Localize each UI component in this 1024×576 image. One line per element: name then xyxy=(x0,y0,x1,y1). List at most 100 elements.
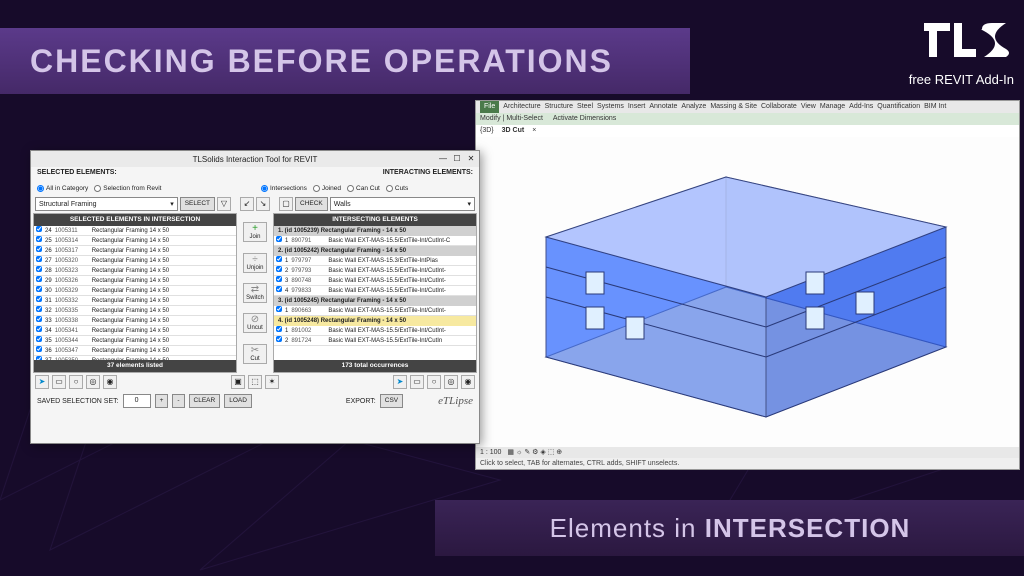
ribbon-tab[interactable]: Collaborate xyxy=(761,101,797,113)
ribbon-tab[interactable]: Manage xyxy=(820,101,845,113)
link-right-icon[interactable]: ↘ xyxy=(256,197,270,211)
saved-set-label: SAVED SELECTION SET: xyxy=(37,398,119,405)
group-header[interactable]: 1. (id 1005239) Rectangular Framing - 14… xyxy=(274,226,476,236)
group-header[interactable]: 4. (id 1005248) Rectangular Framing - 14… xyxy=(274,316,476,326)
radio-option[interactable]: Joined xyxy=(313,185,341,192)
dialog-toolbar: ➤ ▭ ○ ◎ ◉ ▣ ⬚ ✶ ➤ ▭ ○ ◎ ◉ xyxy=(31,373,479,391)
subbar-item[interactable]: Activate Dimensions xyxy=(553,113,616,125)
ribbon-tab[interactable]: Steel xyxy=(577,101,593,113)
radio-option[interactable]: Can Cut xyxy=(347,185,380,192)
minus-button[interactable]: - xyxy=(172,394,184,408)
circle1-icon[interactable]: ○ xyxy=(69,375,83,389)
ribbon-tab[interactable]: BIM Int xyxy=(924,101,946,113)
radio-option[interactable]: Intersections xyxy=(261,185,307,192)
cube-icon[interactable]: ⬚ xyxy=(248,375,262,389)
list-item[interactable]: 341005341Rectangular Framing 14 x 50 xyxy=(34,326,236,336)
ribbon-tab[interactable]: Structure xyxy=(545,101,573,113)
list-item[interactable]: 301005329Rectangular Framing 14 x 50 xyxy=(34,286,236,296)
right-panel: INTERSECTING ELEMENTS 1. (id 1005239) Re… xyxy=(273,213,477,373)
category-combo[interactable]: Structural Framing xyxy=(35,197,178,211)
list-item[interactable]: 281005323Rectangular Framing 14 x 50 xyxy=(34,266,236,276)
box-icon[interactable]: ▣ xyxy=(231,375,245,389)
ribbon-tab[interactable]: Quantification xyxy=(877,101,920,113)
maximize-icon[interactable]: ☐ xyxy=(451,153,463,165)
ribbon-tab[interactable]: Architecture xyxy=(503,101,540,113)
circle3-icon[interactable]: ◉ xyxy=(103,375,117,389)
group-header[interactable]: 3. (id 1005245) Rectangular Framing - 14… xyxy=(274,296,476,306)
view-tab[interactable]: × xyxy=(532,125,536,137)
list-item[interactable]: 311005332Rectangular Framing 14 x 50 xyxy=(34,296,236,306)
revit-3d-view[interactable] xyxy=(476,137,1019,447)
list-item[interactable]: 1979797Basic Wall EXT-MAS-15.3/ExtTile-I… xyxy=(274,256,476,266)
list-item[interactable]: 4979833Basic Wall EXT-MAS-15.5/ExtTile-I… xyxy=(274,286,476,296)
right-list[interactable]: 1. (id 1005239) Rectangular Framing - 14… xyxy=(274,226,476,360)
axes-icon[interactable]: ✶ xyxy=(265,375,279,389)
circle5-icon[interactable]: ◎ xyxy=(444,375,458,389)
saved-counter: 0 xyxy=(123,394,151,408)
zoom-level: 1 : 100 xyxy=(480,447,501,458)
list-item[interactable]: 1891002Basic Wall EXT-MAS-15.5/ExtTile-I… xyxy=(274,326,476,336)
list-item[interactable]: 251005314Rectangular Framing 14 x 50 xyxy=(34,236,236,246)
join-button[interactable]: +Join xyxy=(243,222,267,242)
minimize-icon[interactable]: — xyxy=(437,153,449,165)
ribbon-tab[interactable]: Insert xyxy=(628,101,646,113)
list-item[interactable]: 351005344Rectangular Framing 14 x 50 xyxy=(34,336,236,346)
list-item[interactable]: 2891724Basic Wall EXT-MAS-15.5/ExtTile-I… xyxy=(274,336,476,346)
plus-button[interactable]: + xyxy=(155,394,169,408)
check-button[interactable]: CHECK xyxy=(295,197,328,211)
revit-subbar: Modify | Multi-Select Activate Dimensions xyxy=(476,113,1019,125)
ribbon-tab[interactable]: File xyxy=(480,101,499,113)
cut-button[interactable]: ✂Cut xyxy=(243,344,267,364)
load-button[interactable]: LOAD xyxy=(224,394,252,408)
left-list[interactable]: 241005311Rectangular Framing 14 x 502510… xyxy=(34,226,236,360)
ribbon-tab[interactable]: Annotate xyxy=(649,101,677,113)
list-item[interactable]: 261005317Rectangular Framing 14 x 50 xyxy=(34,246,236,256)
right-panel-head: INTERSECTING ELEMENTS xyxy=(274,214,476,226)
subbar-item[interactable]: Modify | Multi-Select xyxy=(480,113,543,125)
list-item[interactable]: 241005311Rectangular Framing 14 x 50 xyxy=(34,226,236,236)
circle2-icon[interactable]: ◎ xyxy=(86,375,100,389)
list-item[interactable]: 2979793Basic Wall EXT-MAS-15.5/ExtTile-I… xyxy=(274,266,476,276)
list-item[interactable]: 1890791Basic Wall EXT-MAS-15.5/ExtTile-I… xyxy=(274,236,476,246)
tls-logo-icon xyxy=(924,15,1014,65)
group-header[interactable]: 2. (id 1005242) Rectangular Framing - 14… xyxy=(274,246,476,256)
ribbon-tab[interactable]: Analyze xyxy=(681,101,706,113)
close-icon[interactable]: ✕ xyxy=(465,153,477,165)
pointer-icon[interactable]: ➤ xyxy=(35,375,49,389)
rect-icon[interactable]: ▭ xyxy=(52,375,66,389)
view-tab[interactable]: {3D} xyxy=(480,125,494,137)
right-header: INTERACTING ELEMENTS: xyxy=(255,167,479,181)
view-tab[interactable]: 3D Cut xyxy=(502,125,525,137)
link-left-icon[interactable]: ↙ xyxy=(240,197,254,211)
list-item[interactable]: 321005335Rectangular Framing 14 x 50 xyxy=(34,306,236,316)
csv-button[interactable]: CSV xyxy=(380,394,403,408)
list-item[interactable]: 331005338Rectangular Framing 14 x 50 xyxy=(34,316,236,326)
radio-option[interactable]: Cuts xyxy=(386,185,408,192)
list-item[interactable]: 361005347Rectangular Framing 14 x 50 xyxy=(34,346,236,356)
filter-icon[interactable]: ▽ xyxy=(217,197,231,211)
uncut-button[interactable]: ⊘Uncut xyxy=(243,313,267,333)
circle6-icon[interactable]: ◉ xyxy=(461,375,475,389)
walls-combo[interactable]: Walls xyxy=(330,197,475,211)
ribbon-tab[interactable]: View xyxy=(801,101,816,113)
pointer2-icon[interactable]: ➤ xyxy=(393,375,407,389)
ribbon-tab[interactable]: Massing & Site xyxy=(710,101,757,113)
brand-label: eTLipse xyxy=(438,395,473,407)
rect2-icon[interactable]: ▭ xyxy=(410,375,424,389)
list-item[interactable]: 1890663Basic Wall EXT-MAS-15.5/ExtTile-I… xyxy=(274,306,476,316)
switch-button[interactable]: ⇄Switch xyxy=(243,283,267,303)
list-item[interactable]: 3890748Basic Wall EXT-MAS-15.5/ExtTile-I… xyxy=(274,276,476,286)
logo-subtitle: free REVIT Add-In xyxy=(719,72,1014,87)
list-item[interactable]: 271005320Rectangular Framing 14 x 50 xyxy=(34,256,236,266)
list-item[interactable]: 291005326Rectangular Framing 14 x 50 xyxy=(34,276,236,286)
ribbon-tab[interactable]: Systems xyxy=(597,101,624,113)
radio-option[interactable]: Selection from Revit xyxy=(94,185,161,192)
right-panel-foot: 173 total occurrences xyxy=(274,360,476,372)
clear-button[interactable]: CLEAR xyxy=(189,394,221,408)
radio-option[interactable]: All in Category xyxy=(37,185,88,192)
filter2-icon[interactable]: ▢ xyxy=(279,197,293,211)
unjoin-button[interactable]: ÷Unjoin xyxy=(243,253,267,273)
select-button[interactable]: SELECT xyxy=(180,197,215,211)
ribbon-tab[interactable]: Add-Ins xyxy=(849,101,873,113)
circle4-icon[interactable]: ○ xyxy=(427,375,441,389)
